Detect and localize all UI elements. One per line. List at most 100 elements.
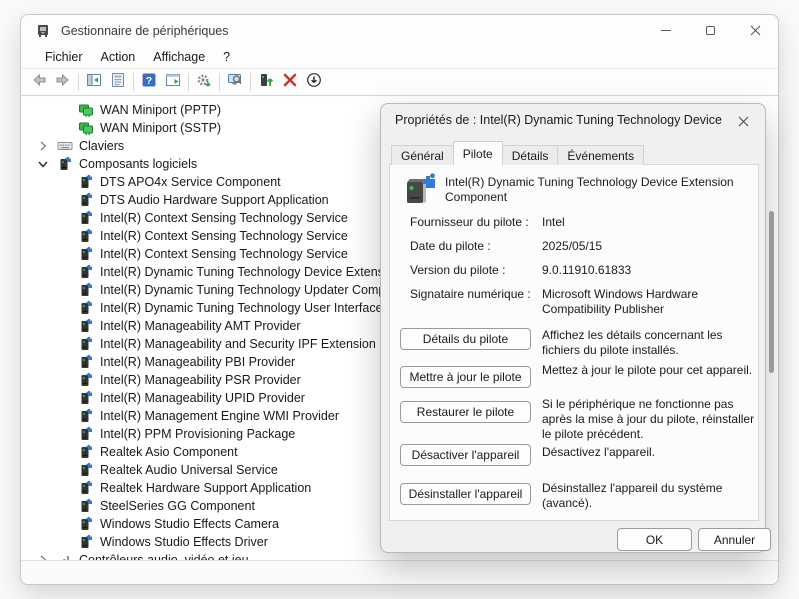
field-value: Intel xyxy=(542,215,756,230)
software-component-icon xyxy=(78,210,94,226)
help-button[interactable]: ? xyxy=(137,71,161,93)
menu-bar: FichierActionAffichage? xyxy=(21,46,778,69)
software-component-icon xyxy=(78,192,94,208)
tree-item-label: WAN Miniport (SSTP) xyxy=(100,121,221,135)
software-component-icon xyxy=(78,264,94,280)
menu-affichage[interactable]: Affichage xyxy=(144,47,214,67)
tree-item-label: Windows Studio Effects Camera xyxy=(100,517,279,531)
tree-item-label: DTS Audio Hardware Support Application xyxy=(100,193,329,207)
tree-item-label: Realtek Hardware Support Application xyxy=(100,481,311,495)
close-button[interactable] xyxy=(733,15,778,46)
tree-item-label: Claviers xyxy=(79,139,124,153)
dialog-close-button[interactable] xyxy=(731,110,755,132)
back-button[interactable] xyxy=(27,71,51,93)
update-driver-icon xyxy=(196,72,212,93)
device-update-icon xyxy=(258,72,274,93)
chevron-right-icon[interactable] xyxy=(36,553,50,560)
tree-item-label: Windows Studio Effects Driver xyxy=(100,535,268,549)
menu-fichier[interactable]: Fichier xyxy=(36,47,92,67)
tree-item-label: Intel(R) Manageability UPID Provider xyxy=(100,391,305,405)
scan-hardware-icon xyxy=(227,72,243,93)
toolbar-separator xyxy=(250,73,251,91)
field-value: 2025/05/15 xyxy=(542,239,756,254)
network-adapter-icon xyxy=(78,120,94,136)
field-label: Fournisseur du pilote : xyxy=(410,215,529,229)
install-driver-button[interactable] xyxy=(254,71,278,93)
tree-item-label: Intel(R) Manageability PBI Provider xyxy=(100,355,295,369)
software-component-icon xyxy=(78,354,94,370)
software-component-icon xyxy=(78,318,94,334)
properties-icon xyxy=(110,72,126,93)
minimize-button[interactable] xyxy=(643,15,688,46)
console-tree-icon xyxy=(86,72,102,93)
tree-item-label: Intel(R) Manageability PSR Provider xyxy=(100,373,301,387)
software-component-icon xyxy=(78,372,94,388)
software-component-large-icon xyxy=(402,173,438,207)
red-x-icon xyxy=(282,72,298,93)
title-bar: Gestionnaire de périphériques xyxy=(21,15,778,46)
tree-item-label: Intel(R) Manageability AMT Provider xyxy=(100,319,301,333)
update-driver-button[interactable] xyxy=(192,71,216,93)
tab-gnral[interactable]: Général xyxy=(391,145,454,165)
toolbar-separator xyxy=(78,73,79,91)
tree-item-label: Realtek Audio Universal Service xyxy=(100,463,278,477)
svg-text:?: ? xyxy=(146,75,152,87)
action-pane-icon xyxy=(165,72,181,93)
window-title: Gestionnaire de périphériques xyxy=(61,24,228,38)
d-sactiver-l-appareil-button[interactable]: Désactiver l'appareil xyxy=(400,444,531,466)
d-tails-du-pilote-button[interactable]: Détails du pilote xyxy=(400,328,531,350)
help-icon: ? xyxy=(141,72,157,93)
tab-vnements[interactable]: Événements xyxy=(557,145,644,165)
tree-item-label: Intel(R) Manageability and Security IPF … xyxy=(100,337,426,351)
software-component-icon xyxy=(57,156,73,172)
arrow-left-icon xyxy=(31,72,47,93)
forward-button[interactable] xyxy=(51,71,75,93)
tree-item-label: Intel(R) Context Sensing Technology Serv… xyxy=(100,211,348,225)
menu-action[interactable]: Action xyxy=(92,47,145,67)
software-component-icon xyxy=(78,282,94,298)
mettre-jour-le-pilote-button[interactable]: Mettre à jour le pilote xyxy=(400,366,531,388)
show-console-tree-button[interactable] xyxy=(82,71,106,93)
field-label: Date du pilote : xyxy=(410,239,491,253)
disable-device-button[interactable] xyxy=(302,71,326,93)
status-strip xyxy=(21,560,778,585)
window-controls xyxy=(643,15,778,46)
tree-item-label: Intel(R) Management Engine WMI Provider xyxy=(100,409,339,423)
menu-?[interactable]: ? xyxy=(214,47,239,67)
software-component-icon xyxy=(78,408,94,424)
software-component-icon xyxy=(78,444,94,460)
properties-dialog: Propriétés de : Intel(R) Dynamic Tuning … xyxy=(380,103,766,553)
field-value: Microsoft Windows Hardware Compatibility… xyxy=(542,287,756,317)
chevron-down-icon[interactable] xyxy=(36,157,50,171)
tree-item-label: Intel(R) Context Sensing Technology Serv… xyxy=(100,247,348,261)
properties-button[interactable] xyxy=(106,71,130,93)
disable-icon xyxy=(306,72,322,93)
tab-dtails[interactable]: Détails xyxy=(502,145,559,165)
uninstall-device-button[interactable] xyxy=(278,71,302,93)
scan-hardware-button[interactable] xyxy=(223,71,247,93)
chevron-right-icon[interactable] xyxy=(36,139,50,153)
field-label: Signataire numérique : xyxy=(410,287,531,301)
action-description: Désinstallez l'appareil du système (avan… xyxy=(542,481,758,511)
tree-item-label: SteelSeries GG Component xyxy=(100,499,255,513)
restaurer-le-pilote-button[interactable]: Restaurer le pilote xyxy=(400,401,531,423)
pilote-tab-panel: Intel(R) Dynamic Tuning Technology Devic… xyxy=(389,164,759,521)
device-manager-icon xyxy=(35,23,51,39)
tab-pilote[interactable]: Pilote xyxy=(453,141,503,165)
toolbar: ? xyxy=(21,69,778,96)
dialog-title: Propriétés de : Intel(R) Dynamic Tuning … xyxy=(395,113,725,127)
software-component-icon xyxy=(78,390,94,406)
action-pane-button[interactable] xyxy=(161,71,185,93)
action-description: Si le périphérique ne fonctionne pas apr… xyxy=(542,397,758,442)
ok-button[interactable]: OK xyxy=(617,528,692,551)
audio-controller-icon xyxy=(57,552,73,560)
arrow-right-icon xyxy=(55,72,71,93)
toolbar-separator xyxy=(188,73,189,91)
software-component-icon xyxy=(78,246,94,262)
maximize-button[interactable] xyxy=(688,15,733,46)
tree-item-label: Intel(R) Context Sensing Technology Serv… xyxy=(100,229,348,243)
d-sinstaller-l-appareil-button[interactable]: Désinstaller l'appareil xyxy=(400,483,531,505)
cancel-button[interactable]: Annuler xyxy=(698,528,771,551)
software-component-icon xyxy=(78,300,94,316)
action-description: Mettez à jour le pilote pour cet apparei… xyxy=(542,363,758,378)
